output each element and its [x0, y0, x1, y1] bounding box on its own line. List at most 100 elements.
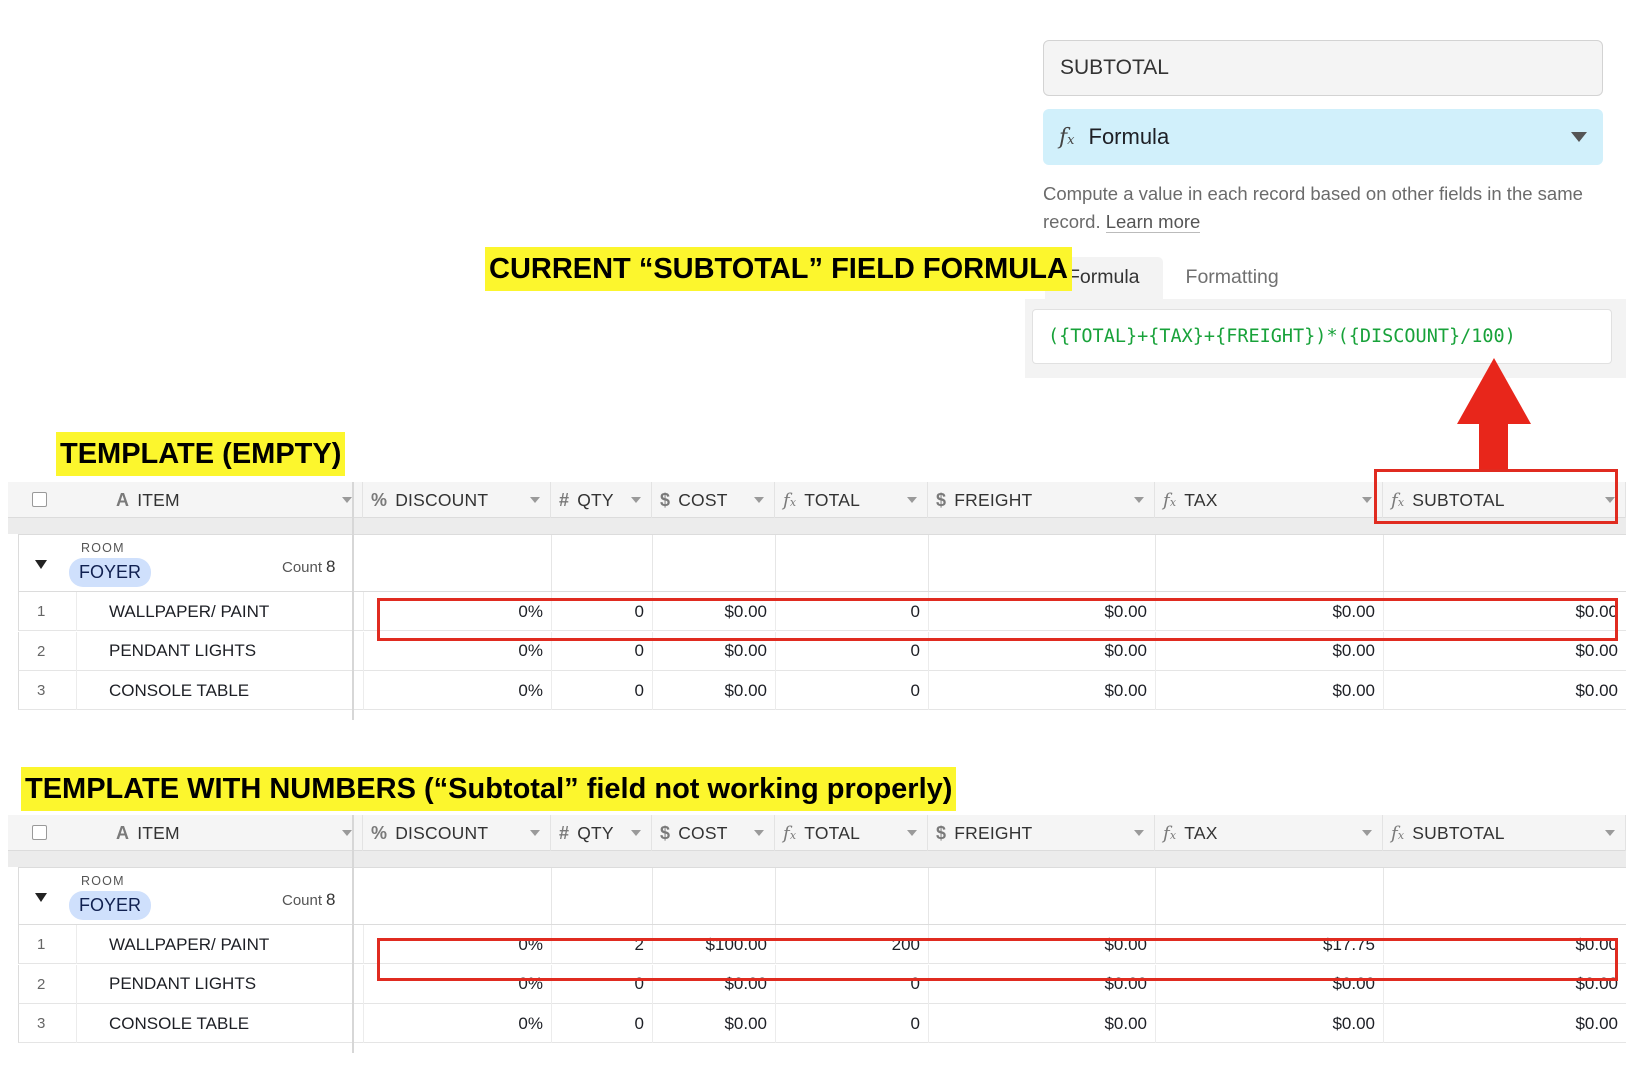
cell-subtotal[interactable]: $0.00 [1384, 1004, 1626, 1043]
cell-item[interactable]: CONSOLE TABLE [109, 671, 364, 710]
select-all-checkbox[interactable] [32, 825, 47, 840]
column-header-label: ITEM [137, 822, 180, 843]
group-field-label: ROOM [81, 541, 125, 555]
row-index: 3 [37, 671, 77, 710]
column-header-tax[interactable]: fx TAX [1155, 815, 1383, 851]
grid-header: A ITEM% DISCOUNT # QTY $ COST fx TOTAL $ FREIGHT fx… [8, 815, 1626, 851]
cell-item[interactable]: PENDANT LIGHTS [109, 964, 364, 1004]
cell-cost[interactable]: $0.00 [653, 1004, 776, 1043]
cell-item[interactable]: WALLPAPER/ PAINT [109, 592, 364, 631]
frozen-column-divider [352, 482, 354, 720]
chevron-down-icon [1362, 830, 1372, 836]
cell-total[interactable]: 0 [776, 671, 929, 710]
cell-qty[interactable]: 0 [552, 1004, 653, 1043]
cell-item[interactable]: CONSOLE TABLE [109, 1004, 364, 1043]
table-row[interactable]: 3 CONSOLE TABLE 0% 0 $0.00 0 $0.00 $0.00 $0.00 [18, 671, 1626, 710]
field-name-input[interactable]: SUBTOTAL [1043, 40, 1603, 96]
field-type-icon: fx [783, 489, 797, 511]
chevron-down-icon [1134, 830, 1144, 836]
chevron-down-icon [342, 830, 352, 836]
column-header-discount[interactable]: % DISCOUNT [363, 482, 551, 518]
learn-more-link[interactable]: Learn more [1105, 211, 1201, 233]
cell-discount[interactable]: 0% [364, 671, 552, 710]
chevron-down-icon [1362, 497, 1372, 503]
field-type-icon: % [371, 822, 388, 843]
field-type-select[interactable]: fx Formula [1043, 109, 1603, 165]
formula-editor-container: ({TOTAL}+{TAX}+{FREIGHT})*({DISCOUNT}/10… [1025, 299, 1626, 378]
grid-gutter [363, 851, 1626, 867]
chevron-down-icon [631, 830, 641, 836]
cell-subtotal[interactable]: $0.00 [1384, 671, 1626, 710]
group-header-row[interactable]: ROOM FOYER Count 8 [18, 534, 1626, 592]
column-header-label: TAX [1184, 822, 1218, 843]
chevron-down-icon [530, 497, 540, 503]
column-header-item[interactable]: A ITEM [108, 815, 363, 851]
field-type-icon: A [116, 489, 130, 510]
formula-editor[interactable]: ({TOTAL}+{TAX}+{FREIGHT})*({DISCOUNT}/10… [1032, 309, 1612, 364]
table-row[interactable]: 3 CONSOLE TABLE 0% 0 $0.00 0 $0.00 $0.00 $0.00 [18, 1004, 1626, 1043]
cell-item[interactable]: PENDANT LIGHTS [109, 631, 364, 671]
count-label: Count [282, 559, 323, 576]
column-header-qty[interactable]: # QTY [551, 815, 652, 851]
column-header-total[interactable]: fx TOTAL [775, 482, 928, 518]
highlight-row-numbers [377, 938, 1618, 981]
field-type-icon: # [559, 822, 570, 843]
column-header-label: ITEM [137, 489, 180, 510]
cell-tax[interactable]: $0.00 [1156, 671, 1384, 710]
group-header-row[interactable]: ROOM FOYER Count 8 [18, 867, 1626, 925]
group-cell [929, 535, 1156, 591]
tab-formatting[interactable]: Formatting [1163, 257, 1302, 299]
collapse-triangle-icon[interactable] [35, 560, 47, 569]
group-cell [552, 535, 653, 591]
column-header-cost[interactable]: $ COST [652, 482, 775, 518]
cell-freight[interactable]: $0.00 [929, 671, 1156, 710]
column-header-subtotal[interactable]: fx SUBTOTAL [1383, 815, 1626, 851]
group-cell [776, 868, 929, 924]
column-header-freight[interactable]: $ FREIGHT [928, 815, 1155, 851]
chevron-down-icon [907, 497, 917, 503]
select-all-checkbox[interactable] [32, 492, 47, 507]
cell-discount[interactable]: 0% [364, 1004, 552, 1043]
group-cell [653, 535, 776, 591]
fx-formula-icon: fx [1059, 124, 1075, 150]
cell-total[interactable]: 0 [776, 1004, 929, 1043]
column-header-item[interactable]: A ITEM [108, 482, 363, 518]
chevron-down-icon [1134, 497, 1144, 503]
collapse-triangle-icon[interactable] [35, 893, 47, 902]
field-type-icon: fx [1163, 822, 1177, 844]
chevron-down-icon [530, 830, 540, 836]
field-type-icon: $ [660, 489, 671, 510]
frozen-column-divider [352, 815, 354, 1053]
field-type-icon: $ [936, 822, 947, 843]
column-header-freight[interactable]: $ FREIGHT [928, 482, 1155, 518]
chevron-down-icon [754, 830, 764, 836]
count-value: 8 [326, 557, 336, 576]
group-cell [552, 868, 653, 924]
field-type-description: Compute a value in each record based on … [1043, 180, 1613, 236]
column-header-label: QTY [577, 822, 614, 843]
field-type-label: Formula [1088, 124, 1170, 149]
group-value-pill: FOYER [69, 558, 152, 587]
column-header-tax[interactable]: fx TAX [1155, 482, 1383, 518]
caption-current-formula: CURRENT “SUBTOTAL” FIELD FORMULA [485, 247, 1072, 291]
cell-tax[interactable]: $0.00 [1156, 1004, 1384, 1043]
column-header-total[interactable]: fx TOTAL [775, 815, 928, 851]
field-type-icon: A [116, 822, 130, 843]
column-header-label: COST [678, 489, 728, 510]
column-header-qty[interactable]: # QTY [551, 482, 652, 518]
group-count: Count 8 [282, 890, 336, 910]
cell-freight[interactable]: $0.00 [929, 1004, 1156, 1043]
column-header-cost[interactable]: $ COST [652, 815, 775, 851]
row-index: 3 [37, 1004, 77, 1043]
chevron-down-icon [1571, 132, 1587, 142]
group-cell [364, 535, 552, 591]
chevron-down-icon [631, 497, 641, 503]
group-field-label: ROOM [81, 874, 125, 888]
cell-item[interactable]: WALLPAPER/ PAINT [109, 925, 364, 964]
grid-gutter [8, 518, 363, 534]
row-index: 2 [37, 631, 77, 671]
column-header-discount[interactable]: % DISCOUNT [363, 815, 551, 851]
cell-qty[interactable]: 0 [552, 671, 653, 710]
column-header-label: DISCOUNT [395, 489, 489, 510]
cell-cost[interactable]: $0.00 [653, 671, 776, 710]
